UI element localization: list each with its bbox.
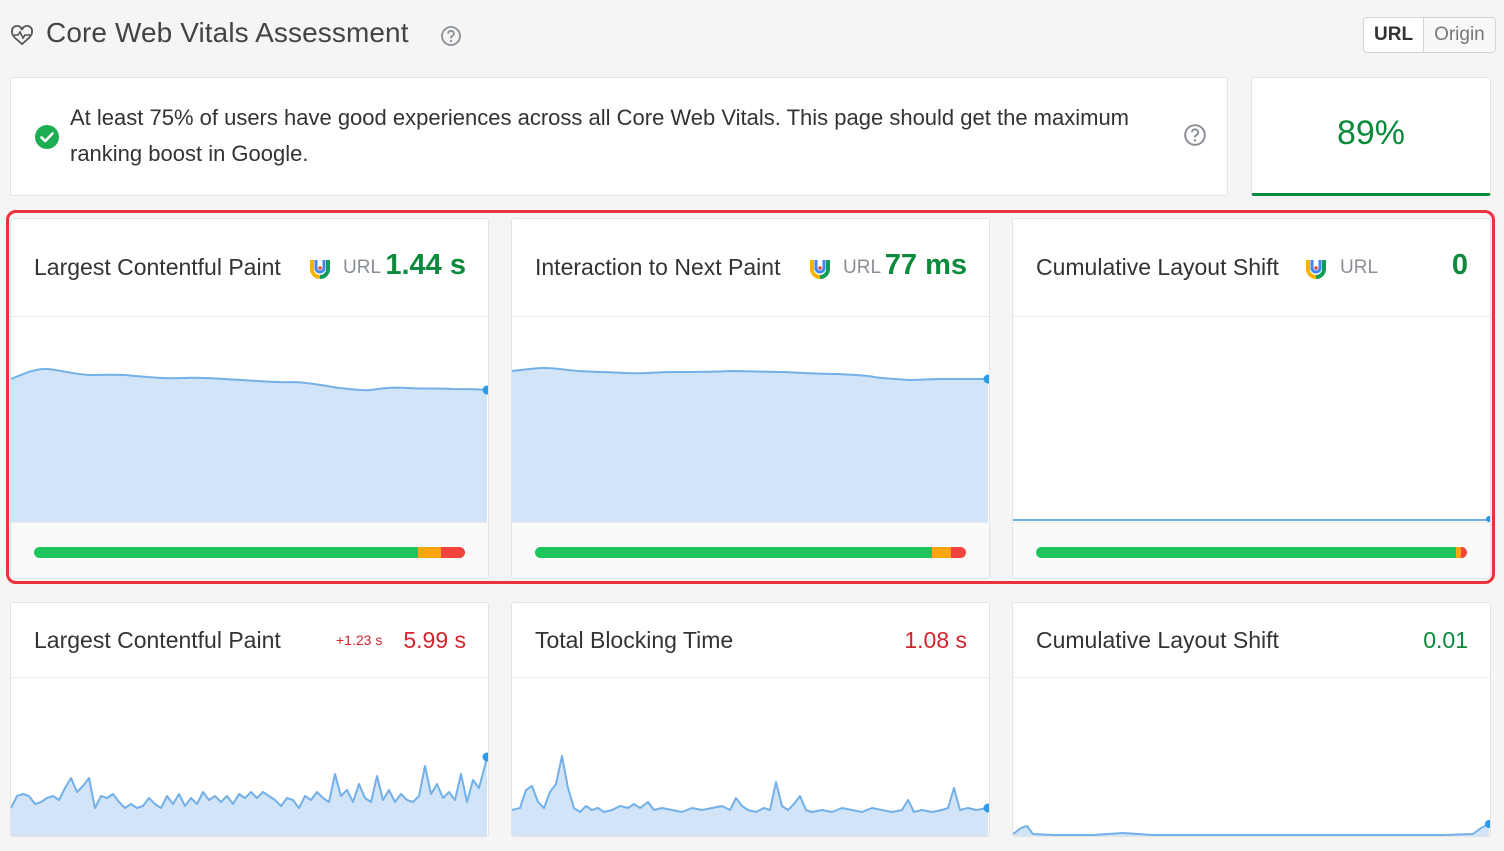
metric-title: Largest Contentful Paint	[34, 627, 281, 653]
heart-pulse-icon	[11, 25, 33, 46]
metric-title: Cumulative Layout Shift	[1036, 254, 1279, 280]
metric-delta: +1.23 s	[336, 632, 383, 648]
source-tag: URL	[1340, 257, 1379, 278]
lab-metric-card-cls[interactable]: Cumulative Layout Shift 0.01	[1012, 602, 1491, 837]
metric-value: 1.44 s	[385, 249, 466, 281]
crux-logo-icon	[810, 260, 830, 279]
trend-chart-endpoint	[482, 752, 488, 762]
assessment-panel: At least 75% of users have good experien…	[10, 77, 1228, 196]
metric-value: 77 ms	[884, 249, 967, 281]
metric-value: 5.99 s	[403, 627, 466, 653]
trend-chart-line	[512, 755, 989, 813]
distribution-bar	[1036, 547, 1467, 558]
metric-value: 0.01	[1423, 627, 1468, 653]
url-origin-toggle: URL Origin	[1363, 17, 1496, 53]
good-segment	[1036, 547, 1457, 558]
poor-segment	[1461, 547, 1467, 558]
source-tag: URL	[843, 257, 882, 278]
trend-chart-line	[1013, 823, 1490, 836]
card-footer	[11, 522, 488, 578]
trend-chart	[1013, 820, 1490, 836]
card-header: Largest Contentful Paint +1.23 s 5.99 s	[11, 603, 488, 678]
poor-segment	[950, 547, 966, 558]
field-metric-card-inp[interactable]: Interaction to Next Paint URL 77 ms	[511, 218, 990, 579]
header: Core Web Vitals Assessment URL Origin	[0, 0, 1504, 70]
card-header: Interaction to Next Paint URL 77 ms	[512, 219, 989, 317]
lab-metric-card-tbt[interactable]: Total Blocking Time 1.08 s	[511, 602, 990, 837]
needs-improvement-segment	[931, 547, 951, 558]
assessment-score: 89%	[1336, 114, 1406, 152]
trend-chart	[512, 366, 989, 522]
source-tag: URL	[343, 257, 382, 278]
toggle-url[interactable]: URL	[1364, 18, 1425, 52]
trend-chart-area	[11, 369, 487, 522]
assessment-message: At least 75% of users have good experien…	[70, 105, 1130, 166]
metric-title: Cumulative Layout Shift	[1036, 627, 1279, 653]
poor-segment	[441, 547, 465, 558]
toggle-origin[interactable]: Origin	[1424, 18, 1495, 52]
metric-title: Interaction to Next Paint	[535, 254, 781, 280]
help-icon[interactable]	[440, 25, 462, 47]
needs-improvement-segment	[417, 547, 442, 558]
trend-chart	[11, 752, 488, 836]
trend-chart-area	[11, 758, 487, 836]
check-circle-icon	[35, 125, 59, 149]
trend-chart	[512, 755, 989, 836]
trend-chart	[11, 367, 488, 522]
card-header: Total Blocking Time 1.08 s	[512, 603, 989, 678]
distribution-bar	[535, 547, 966, 558]
crux-logo-icon	[310, 260, 330, 279]
card-header: Cumulative Layout Shift URL 0	[1013, 219, 1490, 317]
card-header: Cumulative Layout Shift 0.01	[1013, 603, 1490, 678]
trend-chart-area	[512, 368, 988, 522]
good-segment	[34, 547, 418, 558]
lab-metric-card-lcp[interactable]: Largest Contentful Paint +1.23 s 5.99 s	[10, 602, 489, 837]
page-title: Core Web Vitals Assessment	[46, 17, 409, 48]
distribution-bar	[34, 547, 465, 558]
field-metric-card-lcp[interactable]: Largest Contentful Paint URL 1.44 s	[10, 218, 489, 579]
metric-value: 1.08 s	[904, 627, 967, 653]
metric-value: 0	[1451, 249, 1468, 281]
good-segment	[535, 547, 932, 558]
card-footer	[512, 522, 989, 578]
field-metric-card-cls[interactable]: Cumulative Layout Shift URL 0	[1012, 218, 1491, 579]
card-header: Largest Contentful Paint URL 1.44 s	[11, 219, 488, 317]
card-footer	[1013, 522, 1490, 578]
help-icon[interactable]	[1183, 123, 1207, 147]
crux-logo-icon	[1306, 260, 1326, 279]
assessment-score-card: 89%	[1251, 77, 1491, 196]
trend-chart-area	[512, 756, 988, 836]
trend-chart	[1013, 516, 1490, 522]
metric-title: Largest Contentful Paint	[34, 254, 281, 280]
metric-title: Total Blocking Time	[535, 627, 734, 653]
